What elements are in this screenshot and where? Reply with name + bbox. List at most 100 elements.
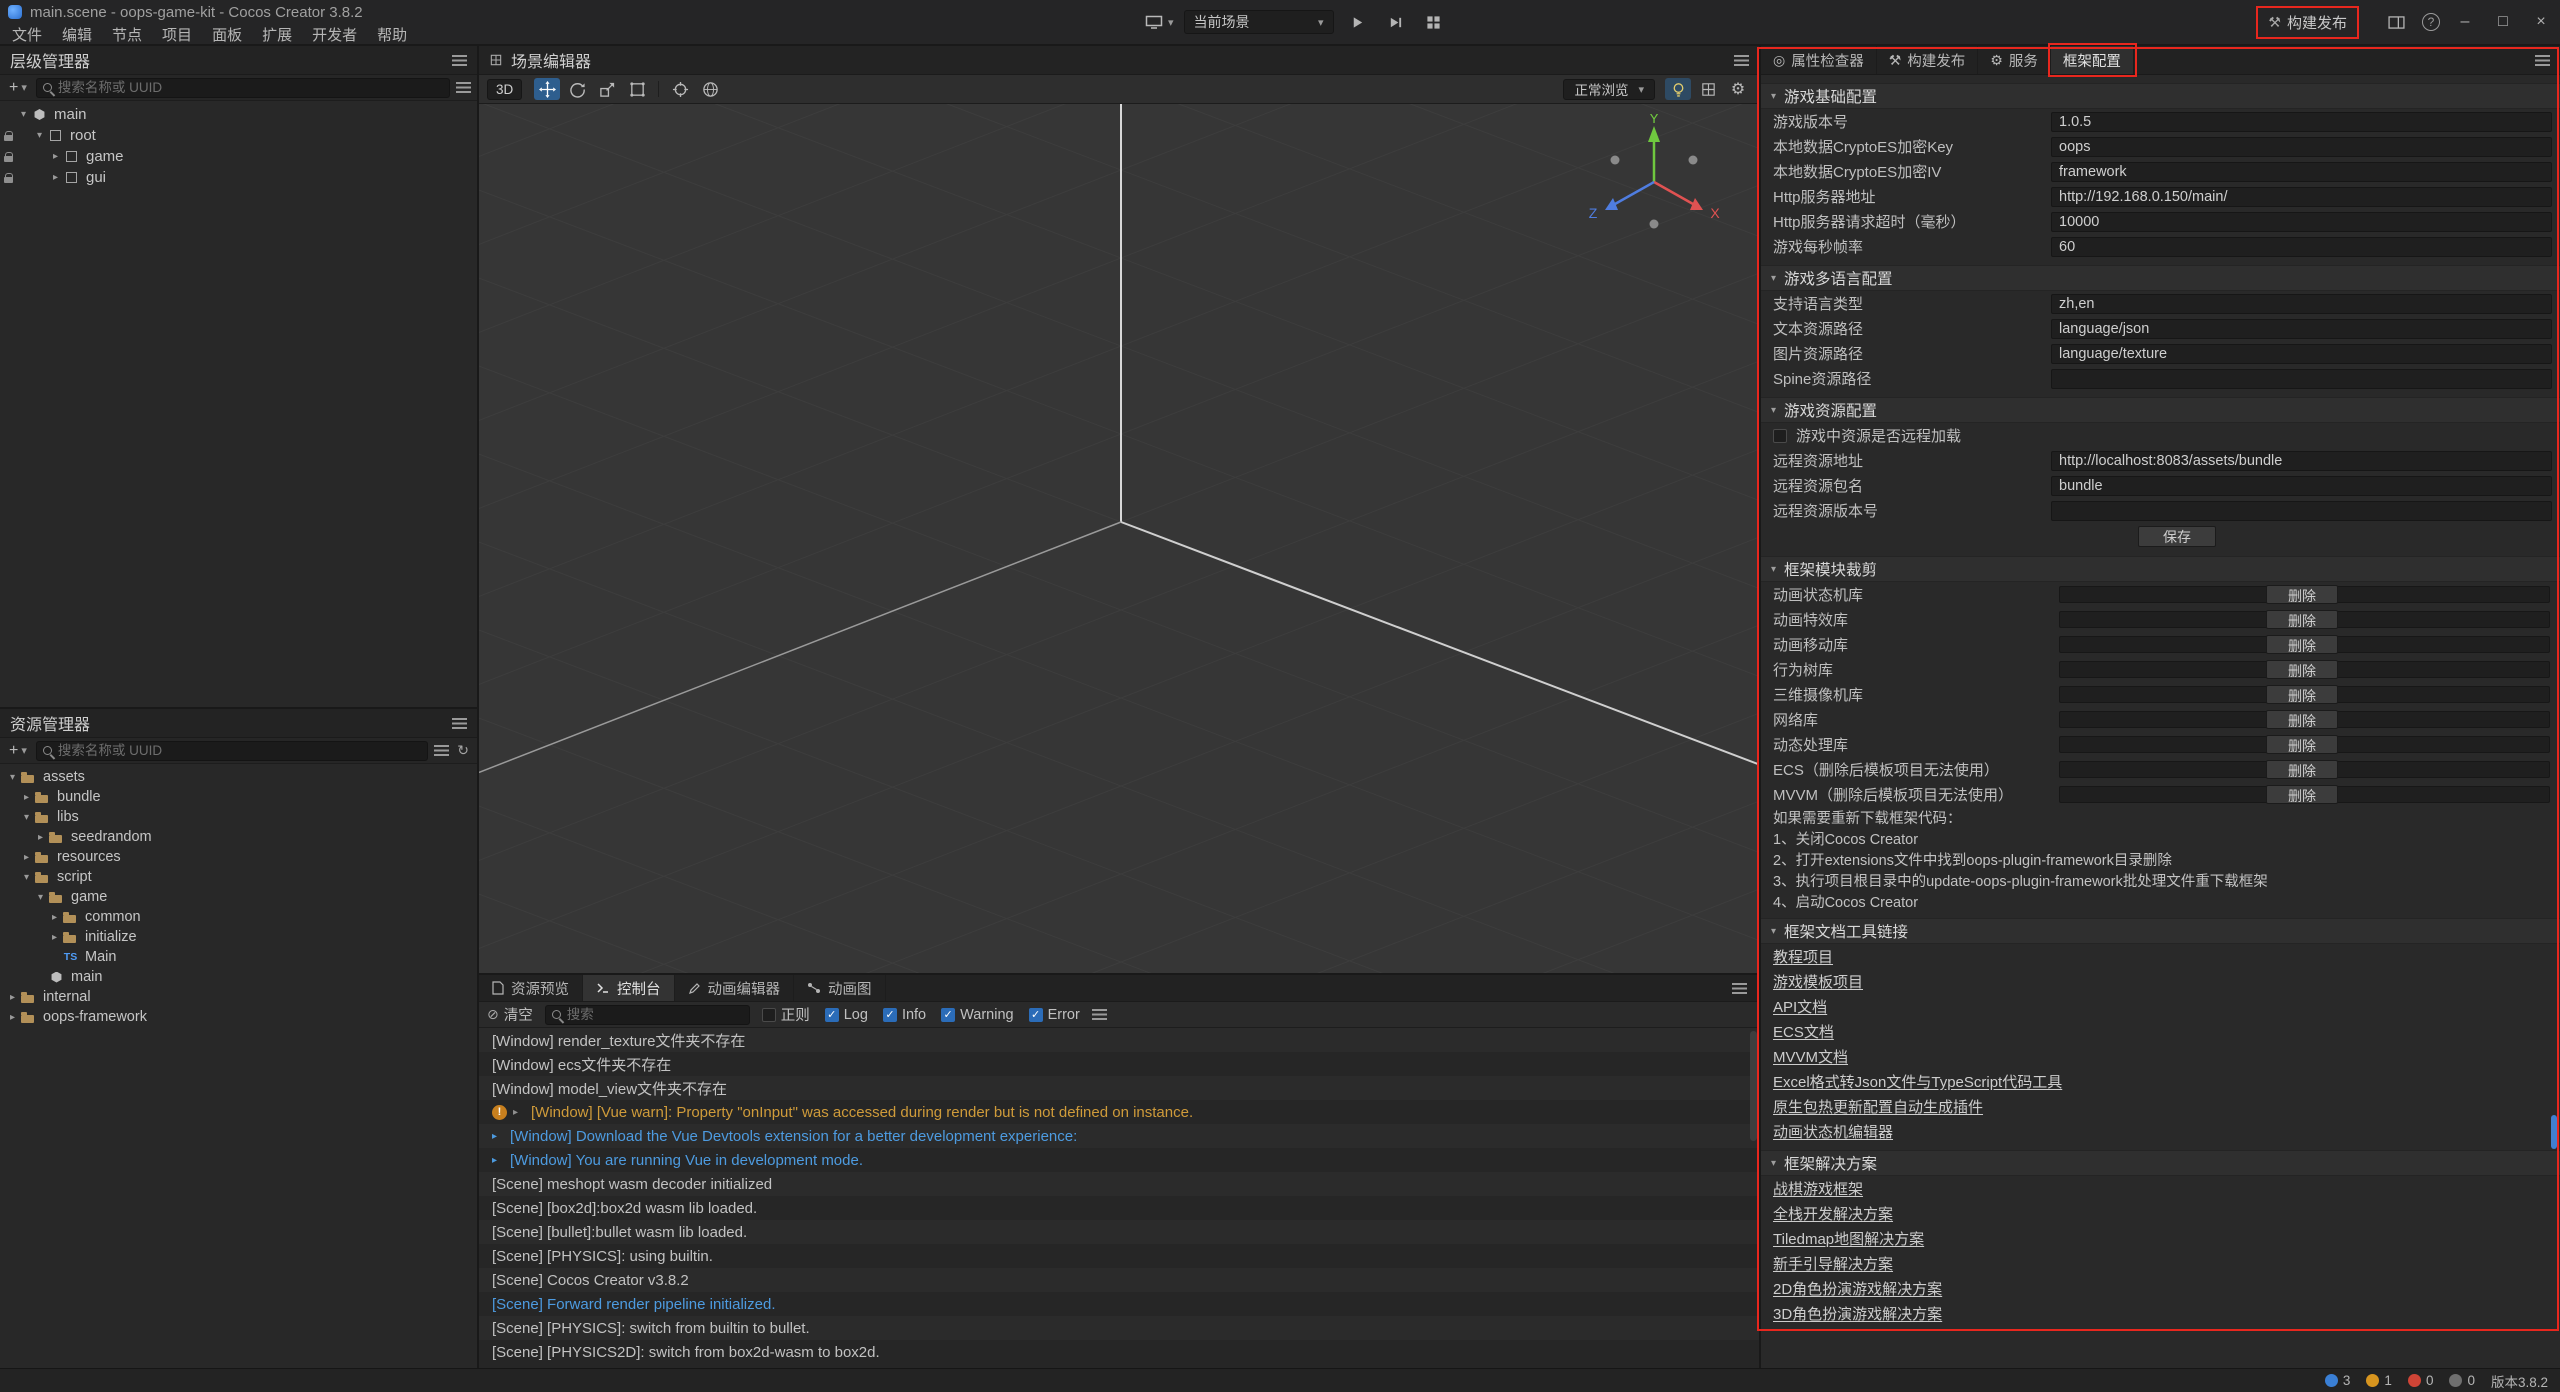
maximize-button[interactable]: □ xyxy=(2490,13,2516,31)
expand-arrow-icon[interactable]: ▸ xyxy=(47,932,62,943)
menu-project[interactable]: 项目 xyxy=(152,24,202,45)
field-input[interactable] xyxy=(2051,112,2552,132)
inspector-tab-4[interactable]: 框架配置 xyxy=(2051,46,2134,74)
panel-menu-icon[interactable] xyxy=(1732,983,1747,994)
field-input[interactable] xyxy=(2051,451,2552,471)
expand-arrow-icon[interactable]: ▸ xyxy=(48,151,63,162)
x-axis[interactable] xyxy=(1654,182,1693,204)
expand-log-icon[interactable]: ▸ xyxy=(492,1131,504,1142)
field-input[interactable] xyxy=(2051,501,2552,521)
tree-row[interactable]: ▸resources xyxy=(0,847,477,867)
warning-count-badge[interactable]: 1 xyxy=(2366,1373,2392,1388)
rotate-tool-button[interactable] xyxy=(564,78,590,100)
z-axis[interactable] xyxy=(1615,182,1654,204)
tree-row[interactable]: ▸game xyxy=(0,146,477,167)
rect-tool-button[interactable] xyxy=(624,78,650,100)
expand-arrow-icon[interactable]: ▾ xyxy=(33,892,48,903)
log-row[interactable]: ▸[Window] Download the Vue Devtools exte… xyxy=(479,1124,1759,1148)
field-input[interactable] xyxy=(2051,137,2552,157)
light-toggle-button[interactable] xyxy=(1665,78,1691,100)
module-delete-button[interactable]: 删除 xyxy=(2266,635,2338,654)
doc-link[interactable]: 2D角色扮演游戏解决方案 xyxy=(1773,1278,1942,1299)
field-input[interactable] xyxy=(2051,476,2552,496)
clear-console-button[interactable]: ⊘ 清空 xyxy=(487,1004,533,1025)
expand-arrow-icon[interactable]: ▾ xyxy=(32,130,47,141)
console-tab-2[interactable]: 控制台 xyxy=(583,975,675,1001)
tree-row[interactable]: ▸bundle xyxy=(0,787,477,807)
module-delete-button[interactable]: 删除 xyxy=(2266,585,2338,604)
expand-arrow-icon[interactable]: ▸ xyxy=(33,832,48,843)
expand-arrow-icon[interactable]: ▾ xyxy=(5,772,20,783)
tree-row[interactable]: ▸common xyxy=(0,907,477,927)
device-select[interactable]: ▾ xyxy=(1145,15,1174,29)
log-row[interactable]: [Scene] meshopt wasm decoder initialized xyxy=(479,1172,1759,1196)
panel-menu-icon[interactable] xyxy=(452,55,467,66)
module-delete-button[interactable]: 删除 xyxy=(2266,735,2338,754)
assets-search-input[interactable] xyxy=(58,743,421,758)
layout-grid-button[interactable] xyxy=(1420,10,1448,34)
tree-row[interactable]: ▾root xyxy=(0,125,477,146)
log-row[interactable]: [Scene] [bullet]:bullet wasm lib loaded. xyxy=(479,1220,1759,1244)
module-delete-button[interactable]: 删除 xyxy=(2266,685,2338,704)
tree-row[interactable]: ▾main xyxy=(0,104,477,125)
console-tab-3[interactable]: 动画编辑器 xyxy=(675,975,795,1001)
tree-row[interactable]: main xyxy=(0,967,477,987)
doc-link[interactable]: 原生包热更新配置自动生成插件 xyxy=(1773,1096,1983,1117)
doc-link[interactable]: ECS文档 xyxy=(1773,1021,1834,1042)
section-header[interactable]: ▾游戏多语言配置 xyxy=(1761,265,2560,291)
doc-link[interactable]: MVVM文档 xyxy=(1773,1046,1848,1067)
log-row[interactable]: ▸[Window] You are running Vue in develop… xyxy=(479,1148,1759,1172)
menu-node[interactable]: 节点 xyxy=(102,24,152,45)
tree-row[interactable]: ▸initialize xyxy=(0,927,477,947)
console-search-input[interactable] xyxy=(567,1007,743,1022)
pivot-toggle-button[interactable] xyxy=(667,78,693,100)
field-input[interactable] xyxy=(2051,319,2552,339)
scene-settings-button[interactable]: ⚙ xyxy=(1725,78,1751,100)
lock-icon[interactable] xyxy=(4,135,13,141)
console-tab-1[interactable]: 资源预览 xyxy=(479,975,583,1001)
tree-row[interactable]: TSMain xyxy=(0,947,477,967)
grid-toggle-button[interactable] xyxy=(1695,78,1721,100)
doc-link[interactable]: Excel格式转Json文件与TypeScript代码工具 xyxy=(1773,1071,2062,1092)
expand-arrow-icon[interactable]: ▾ xyxy=(19,812,34,823)
console-filter-warning[interactable]: ✓Warning xyxy=(941,1007,1013,1023)
create-asset-button[interactable]: +▾ xyxy=(6,742,30,760)
doc-link[interactable]: 全栈开发解决方案 xyxy=(1773,1203,1893,1224)
module-delete-button[interactable]: 删除 xyxy=(2266,610,2338,629)
tree-row[interactable]: ▾libs xyxy=(0,807,477,827)
error-count-badge[interactable]: 0 xyxy=(2408,1373,2434,1388)
coordinate-toggle-button[interactable] xyxy=(697,78,723,100)
expand-arrow-icon[interactable]: ▾ xyxy=(16,109,31,120)
log-row[interactable]: [Scene] [PHYSICS]: switch from builtin t… xyxy=(479,1316,1759,1340)
help-icon[interactable]: ? xyxy=(2422,13,2440,31)
log-row[interactable]: [Scene] [PHYSICS]: using builtin. xyxy=(479,1244,1759,1268)
menu-developer[interactable]: 开发者 xyxy=(302,24,367,45)
section-header[interactable]: ▾游戏基础配置 xyxy=(1761,83,2560,109)
scene-select[interactable]: 当前场景 ▾ xyxy=(1184,10,1334,34)
axis-gizmo[interactable]: Y X Z xyxy=(1579,114,1729,246)
save-button[interactable]: 保存 xyxy=(2138,526,2216,547)
panel-menu-icon[interactable] xyxy=(1734,55,1749,66)
menu-extension[interactable]: 扩展 xyxy=(252,24,302,45)
scene-viewport[interactable]: Y X Z xyxy=(479,104,1759,973)
menu-edit[interactable]: 编辑 xyxy=(52,24,102,45)
tree-row[interactable]: ▾assets xyxy=(0,767,477,787)
section-header[interactable]: ▾框架模块裁剪 xyxy=(1761,556,2560,582)
menu-file[interactable]: 文件 xyxy=(2,24,52,45)
doc-link[interactable]: Tiledmap地图解决方案 xyxy=(1773,1228,1924,1249)
tree-row[interactable]: ▸internal xyxy=(0,987,477,1007)
inspector-tab-3[interactable]: ⚙服务 xyxy=(1978,46,2051,74)
log-row[interactable]: [Window] render_texture文件夹不存在 xyxy=(479,1028,1759,1052)
minimize-button[interactable]: – xyxy=(2452,13,2478,31)
create-node-button[interactable]: +▾ xyxy=(6,79,30,97)
field-input[interactable] xyxy=(2051,212,2552,232)
section-header[interactable]: ▾框架文档工具链接 xyxy=(1761,918,2560,944)
expand-arrow-icon[interactable]: ▸ xyxy=(5,992,20,1003)
doc-link[interactable]: API文档 xyxy=(1773,996,1827,1017)
remote-load-checkbox[interactable] xyxy=(1773,429,1787,443)
expand-arrow-icon[interactable]: ▾ xyxy=(19,872,34,883)
log-row[interactable]: [Window] ecs文件夹不存在 xyxy=(479,1052,1759,1076)
console-scrollbar[interactable] xyxy=(1750,1031,1757,1141)
console-filter-error[interactable]: ✓Error xyxy=(1029,1007,1080,1023)
expand-log-icon[interactable]: ▸ xyxy=(492,1155,504,1166)
